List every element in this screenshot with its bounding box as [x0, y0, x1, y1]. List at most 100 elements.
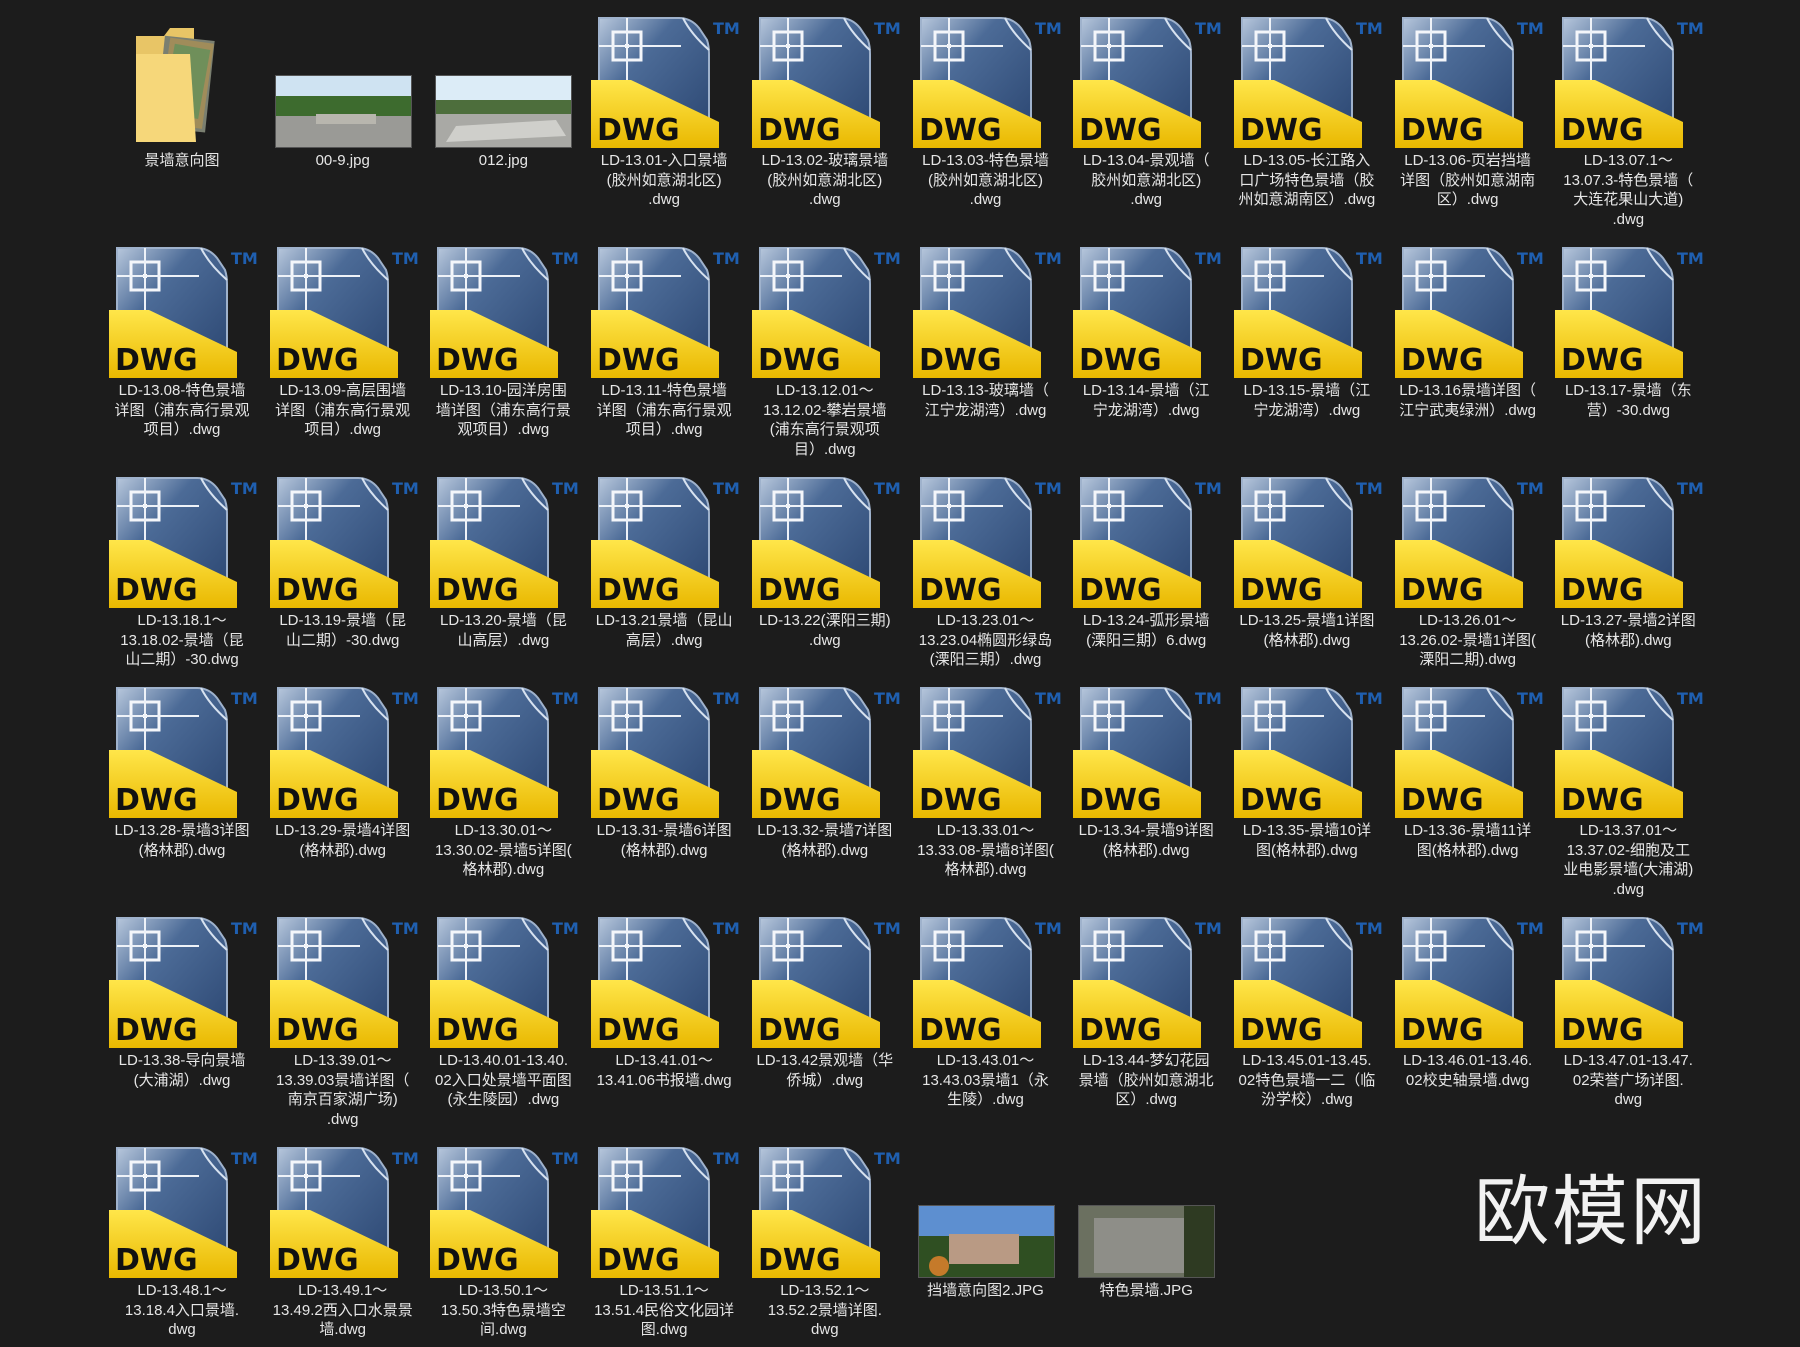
tm-text: TM	[1035, 479, 1062, 498]
file-name-label: LD-13.30.01～ 13.30.02-景墙5详图( 格林郡).dwg	[435, 822, 572, 878]
dwg-file-item[interactable]: DWG TM LD-13.40.01-13.40. 02入口处景墙平面图 (永生…	[423, 914, 583, 1108]
image-file-item[interactable]: 012.jpg	[423, 14, 583, 169]
file-name-label: LD-13.44-梦幻花园 景墙（胶州如意湖北 区）.dwg	[1078, 1052, 1214, 1108]
dwg-text: DWG	[758, 783, 841, 818]
dwg-text: DWG	[115, 783, 198, 818]
dwg-file-item[interactable]: DWG TM LD-13.43.01～ 13.43.03景墙1（永 生陵）.dw…	[906, 914, 1066, 1108]
dwg-text: DWG	[597, 113, 680, 148]
dwg-file-item[interactable]: DWG TM LD-13.03-特色景墙 (胶州如意湖北区) .dwg	[906, 14, 1066, 208]
dwg-file-item[interactable]: DWG TM LD-13.21景墙（昆山 高层）.dwg	[584, 474, 744, 649]
dwg-file-item[interactable]: DWG TM LD-13.44-梦幻花园 景墙（胶州如意湖北 区）.dwg	[1066, 914, 1226, 1108]
tm-text: TM	[552, 479, 579, 498]
dwg-file-item[interactable]: DWG TM LD-13.35-景墙10详 图(格林郡).dwg	[1227, 684, 1387, 859]
dwg-file-icon: DWG TM	[591, 477, 740, 608]
dwg-file-icon: DWG TM	[1555, 687, 1704, 818]
dwg-file-item[interactable]: DWG TM LD-13.39.01～ 13.39.03景墙详图（ 南京百家湖广…	[263, 914, 423, 1128]
tm-text: TM	[552, 249, 579, 268]
file-name-label: LD-13.36-景墙11详 图(格林郡).dwg	[1403, 822, 1532, 859]
dwg-file-item[interactable]: DWG TM LD-13.34-景墙9详图 (格林郡).dwg	[1066, 684, 1226, 859]
dwg-file-item[interactable]: DWG TM LD-13.32-景墙7详图 (格林郡).dwg	[745, 684, 905, 859]
dwg-text: DWG	[919, 1013, 1002, 1048]
dwg-text: DWG	[1079, 343, 1162, 378]
dwg-file-item[interactable]: DWG TM LD-13.37.01～ 13.37.02-细胞及工 业电影景墙(…	[1548, 684, 1708, 898]
dwg-file-item[interactable]: DWG TM LD-13.04-景观墙（ 胶州如意湖北区) .dwg	[1066, 14, 1226, 208]
dwg-file-item[interactable]: DWG TM LD-13.17-景墙（东 营）-30.dwg	[1548, 244, 1708, 419]
dwg-file-item[interactable]: DWG TM LD-13.28-景墙3详图 (格林郡).dwg	[102, 684, 262, 859]
dwg-file-icon: DWG TM	[912, 917, 1061, 1048]
folder-item[interactable]: 景墙意向图	[102, 14, 262, 169]
file-name-label: LD-13.11-特色景墙 详图（浦东高行景观 项目）.dwg	[596, 382, 732, 438]
dwg-file-item[interactable]: DWG TM LD-13.11-特色景墙 详图（浦东高行景观 项目）.dwg	[584, 244, 744, 438]
image-file-item[interactable]: 00-9.jpg	[263, 14, 423, 169]
dwg-file-item[interactable]: DWG TM LD-13.07.1～ 13.07.3-特色景墙（ 大连花果山大道…	[1548, 14, 1708, 228]
file-icon-box: DWG TM	[102, 244, 262, 382]
dwg-file-icon: DWG TM	[1233, 17, 1383, 148]
dwg-text: DWG	[276, 1013, 359, 1048]
dwg-file-item[interactable]: DWG TM LD-13.20-景墙（昆 山高层）.dwg	[423, 474, 583, 649]
dwg-text: DWG	[597, 1243, 680, 1278]
dwg-file-icon: DWG TM	[430, 687, 579, 818]
dwg-file-item[interactable]: DWG TM LD-13.02-玻璃景墙 (胶州如意湖北区) .dwg	[745, 14, 905, 208]
dwg-file-item[interactable]: DWG TM LD-13.13-玻璃墙（ 江宁龙湖湾）.dwg	[906, 244, 1066, 419]
dwg-file-item[interactable]: DWG TM LD-13.16景墙详图（ 江宁武夷绿洲）.dwg	[1388, 244, 1548, 419]
dwg-file-item[interactable]: DWG TM LD-13.18.1～ 13.18.02-景墙（昆 山二期）-30…	[102, 474, 262, 668]
file-name-label: LD-13.31-景墙6详图 (格林郡).dwg	[596, 822, 732, 859]
dwg-file-item[interactable]: DWG TM LD-13.42景观墙（华 侨城）.dwg	[745, 914, 905, 1089]
file-name-label: LD-13.02-玻璃景墙 (胶州如意湖北区) .dwg	[761, 152, 889, 208]
file-icon-box: DWG TM	[102, 914, 262, 1052]
file-name-label: LD-13.08-特色景墙 详图（浦东高行景观 项目）.dwg	[114, 382, 250, 438]
file-icon-box: DWG TM	[1066, 244, 1226, 382]
dwg-file-item[interactable]: DWG TM LD-13.14-景墙（江 宁龙湖湾）.dwg	[1066, 244, 1226, 419]
file-name-label: 挡墙意向图2.JPG	[927, 1282, 1044, 1299]
dwg-file-item[interactable]: DWG TM LD-13.08-特色景墙 详图（浦东高行景观 项目）.dwg	[102, 244, 262, 438]
tm-text: TM	[1517, 689, 1544, 708]
dwg-file-item[interactable]: DWG TM LD-13.46.01-13.46. 02校史轴景墙.dwg	[1388, 914, 1548, 1089]
image-file-item[interactable]: 挡墙意向图2.JPG	[906, 1144, 1066, 1299]
dwg-file-item[interactable]: DWG TM LD-13.45.01-13.45. 02特色景墙一二（临 汾学校…	[1227, 914, 1387, 1108]
dwg-file-item[interactable]: DWG TM LD-13.05-长江路入 口广场特色景墙（胶 州如意湖南区）.d…	[1227, 14, 1387, 208]
file-icon-box: DWG TM	[1388, 914, 1548, 1052]
dwg-file-item[interactable]: DWG TM LD-13.51.1～ 13.51.4民俗文化园详 图.dwg	[584, 1144, 744, 1338]
dwg-file-icon: DWG TM	[1394, 247, 1543, 378]
dwg-text: DWG	[1561, 113, 1644, 148]
dwg-file-item[interactable]: DWG TM LD-13.52.1～ 13.52.2景墙详图. dwg	[745, 1144, 905, 1338]
dwg-file-item[interactable]: DWG TM LD-13.09-高层围墙 详图（浦东高行景观 项目）.dwg	[263, 244, 423, 438]
dwg-file-item[interactable]: DWG TM LD-13.25-景墙1详图 (格林郡).dwg	[1227, 474, 1387, 649]
file-name-label: LD-13.38-导向景墙 (大浦湖）.dwg	[118, 1052, 246, 1089]
dwg-file-item[interactable]: DWG TM LD-13.29-景墙4详图 (格林郡).dwg	[263, 684, 423, 859]
dwg-file-item[interactable]: DWG TM LD-13.47.01-13.47. 02荣誉广场详图. dwg	[1548, 914, 1708, 1108]
dwg-file-icon: DWG TM	[751, 1147, 901, 1278]
dwg-file-item[interactable]: DWG TM LD-13.31-景墙6详图 (格林郡).dwg	[584, 684, 744, 859]
dwg-text: DWG	[436, 1013, 519, 1048]
tm-text: TM	[1677, 19, 1704, 38]
file-icon-box: DWG TM	[423, 914, 583, 1052]
dwg-file-item[interactable]: DWG TM LD-13.24-弧形景墙 (溧阳三期）6.dwg	[1066, 474, 1226, 649]
dwg-file-item[interactable]: DWG TM LD-13.41.01～ 13.41.06书报墙.dwg	[584, 914, 744, 1089]
dwg-file-item[interactable]: DWG TM LD-13.38-导向景墙 (大浦湖）.dwg	[102, 914, 262, 1089]
dwg-file-item[interactable]: DWG TM LD-13.50.1～ 13.50.3特色景墙空 间.dwg	[423, 1144, 583, 1338]
dwg-file-item[interactable]: DWG TM LD-13.15-景墙（江 宁龙湖湾）.dwg	[1227, 244, 1387, 419]
tm-text: TM	[713, 689, 740, 708]
tm-text: TM	[392, 479, 419, 498]
dwg-file-item[interactable]: DWG TM LD-13.48.1～ 13.18.4入口景墙. dwg	[102, 1144, 262, 1338]
dwg-file-item[interactable]: DWG TM LD-13.26.01～ 13.26.02-景墙1详图( 溧阳二期…	[1388, 474, 1548, 668]
dwg-file-item[interactable]: DWG TM LD-13.27-景墙2详图 (格林郡).dwg	[1548, 474, 1708, 649]
dwg-file-icon: DWG TM	[1233, 687, 1383, 818]
dwg-file-icon: DWG TM	[1555, 477, 1704, 608]
file-icon-box: DWG TM	[584, 244, 744, 382]
dwg-file-icon: DWG TM	[591, 687, 740, 818]
dwg-file-item[interactable]: DWG TM LD-13.22(溧阳三期) .dwg	[745, 474, 905, 649]
dwg-file-item[interactable]: DWG TM LD-13.01-入口景墙 (胶州如意湖北区) .dwg	[584, 14, 744, 208]
image-file-item[interactable]: 特色景墙.JPG	[1066, 1144, 1226, 1299]
dwg-file-item[interactable]: DWG TM LD-13.06-页岩挡墙 详图（胶州如意湖南 区）.dwg	[1388, 14, 1548, 208]
dwg-file-item[interactable]: DWG TM LD-13.30.01～ 13.30.02-景墙5详图( 格林郡)…	[423, 684, 583, 878]
dwg-file-item[interactable]: DWG TM LD-13.49.1～ 13.49.2西入口水景景 墙.dwg	[263, 1144, 423, 1338]
dwg-file-item[interactable]: DWG TM LD-13.23.01～ 13.23.04椭圆形绿岛 (溧阳三期）…	[906, 474, 1066, 668]
dwg-file-item[interactable]: DWG TM LD-13.33.01～ 13.33.08-景墙8详图( 格林郡)…	[906, 684, 1066, 878]
file-icon-box: DWG TM	[906, 474, 1066, 612]
dwg-file-item[interactable]: DWG TM LD-13.10-园洋房围 墙详图（浦东高行景 观项目）.dwg	[423, 244, 583, 438]
dwg-file-item[interactable]: DWG TM LD-13.19-景墙（昆 山二期）-30.dwg	[263, 474, 423, 649]
file-icon-box: DWG TM	[1066, 474, 1226, 612]
dwg-file-item[interactable]: DWG TM LD-13.12.01～ 13.12.02-攀岩景墙 (浦东高行景…	[745, 244, 905, 458]
dwg-file-item[interactable]: DWG TM LD-13.36-景墙11详 图(格林郡).dwg	[1388, 684, 1548, 859]
